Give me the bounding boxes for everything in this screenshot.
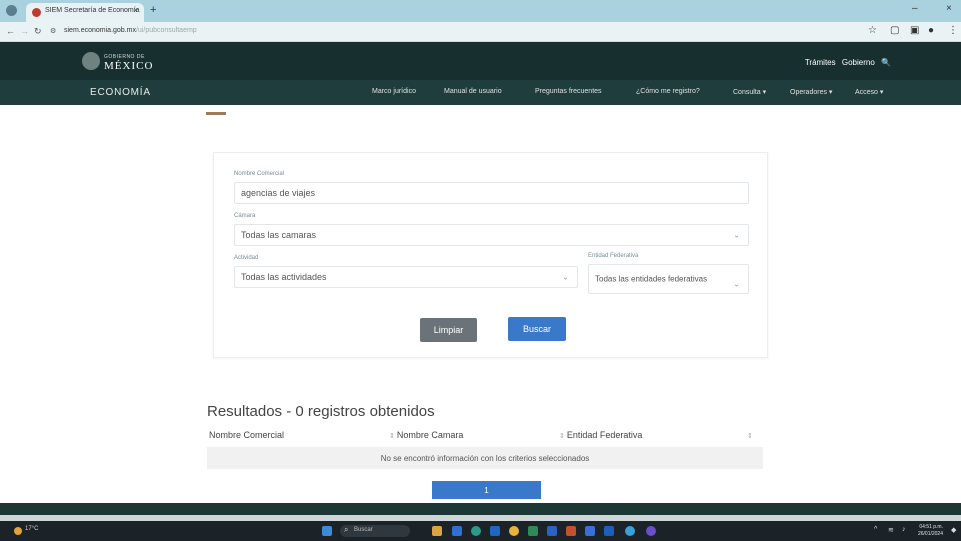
chrome-icon[interactable] bbox=[509, 526, 519, 536]
teams-icon[interactable] bbox=[604, 526, 614, 536]
back-icon[interactable]: ← bbox=[6, 26, 15, 36]
pagination-page-button[interactable]: 1 bbox=[432, 481, 541, 499]
link-tramites[interactable]: Trámites bbox=[805, 58, 836, 67]
entidad-federativa-label: Entidad Federativa bbox=[588, 253, 639, 259]
site-footer bbox=[0, 503, 961, 515]
bookmark-star-icon[interactable]: ☆ bbox=[868, 25, 877, 36]
browser-tab-bar: SIEM Secretaría de Economía × + – × bbox=[0, 0, 961, 22]
forward-icon[interactable]: → bbox=[20, 26, 29, 36]
tab-title: SIEM Secretaría de Economía bbox=[45, 7, 140, 14]
site-info-icon[interactable]: ⚙ bbox=[50, 27, 56, 35]
nav-acceso[interactable]: Acceso ▾ bbox=[855, 88, 883, 96]
camara-value: Todas las camaras bbox=[241, 230, 317, 240]
breadcrumb-marker bbox=[206, 112, 226, 115]
column-label: Entidad Federativa bbox=[566, 430, 643, 440]
camara-select[interactable]: Todas las camaras ⌄ bbox=[234, 224, 749, 246]
url-host: siem.economia.gob.mx bbox=[64, 27, 136, 34]
sort-icon: ⇕ bbox=[389, 433, 395, 440]
taskbar-search[interactable]: ⌕ Buscar bbox=[340, 525, 410, 537]
favicon-icon bbox=[32, 8, 41, 17]
taskbar-app-icon[interactable] bbox=[625, 526, 635, 536]
main-nav: ECONOMÍA Marco jurídico Manual de usuari… bbox=[0, 80, 961, 105]
clock-date: 26/01/2024 bbox=[917, 531, 943, 537]
nav-preguntas[interactable]: Preguntas frecuentes bbox=[535, 88, 602, 95]
gov-seal-icon bbox=[82, 52, 100, 70]
actividad-value: Todas las actividades bbox=[241, 272, 327, 282]
outlook-icon[interactable] bbox=[585, 526, 595, 536]
new-tab-icon[interactable]: + bbox=[150, 5, 156, 16]
chevron-down-icon: ⌄ bbox=[562, 272, 569, 282]
chevron-down-icon: ⌄ bbox=[733, 279, 740, 289]
extensions-icon[interactable]: ▢ bbox=[890, 25, 899, 36]
tray-chevron-icon[interactable]: ^ bbox=[874, 526, 877, 533]
gov-banner: GOBIERNO DE MÉXICO Trámites Gobierno 🔍 bbox=[0, 42, 961, 80]
entidad-federativa-value: Todas las entidades federativas bbox=[595, 274, 708, 284]
window-close-icon[interactable]: × bbox=[946, 3, 952, 14]
entidad-federativa-select[interactable]: Todas las entidades federativas ⌄ bbox=[588, 264, 749, 294]
brand-economia[interactable]: ECONOMÍA bbox=[90, 87, 151, 98]
nav-marco-juridico[interactable]: Marco jurídico bbox=[372, 88, 416, 95]
link-gobierno[interactable]: Gobierno bbox=[842, 58, 875, 67]
gov-top-links: Trámites Gobierno 🔍 bbox=[801, 58, 891, 67]
sidepanel-icon[interactable]: ▣ bbox=[910, 25, 919, 36]
url-field[interactable]: siem.economia.gob.mx/ui/pubconsultaemp bbox=[64, 27, 197, 34]
search-icon[interactable]: 🔍 bbox=[881, 58, 891, 67]
empty-message: No se encontró información con los crite… bbox=[380, 453, 590, 463]
column-header-nombre-camara[interactable]: ⇕ Nombre Camara bbox=[389, 430, 463, 440]
taskbar-app-icon[interactable] bbox=[490, 526, 500, 536]
os-taskbar: 17°C ⌕ Buscar ^ ≋ ♪ 04:51 p.m. 26/01/202… bbox=[0, 521, 961, 541]
site-header: GOBIERNO DE MÉXICO Trámites Gobierno 🔍 E… bbox=[0, 42, 961, 105]
column-header-entidad-federativa[interactable]: ⇕ Entidad Federativa bbox=[559, 430, 642, 440]
sort-icon: ⇕ bbox=[559, 433, 565, 440]
window-minimize-icon[interactable]: – bbox=[912, 3, 918, 14]
nav-consulta[interactable]: Consulta ▾ bbox=[733, 88, 766, 96]
start-menu-icon[interactable] bbox=[322, 526, 332, 536]
column-label: Nombre Camara bbox=[396, 430, 464, 440]
address-bar: ← → ↻ ⚙ siem.economia.gob.mx/ui/pubconsu… bbox=[0, 22, 961, 42]
actividad-label: Actividad bbox=[234, 255, 259, 261]
weather-text[interactable]: 17°C bbox=[25, 526, 38, 532]
browser-menu-icon[interactable] bbox=[6, 5, 17, 16]
camara-label: Cámara bbox=[234, 213, 256, 219]
nav-como-registro[interactable]: ¿Cómo me registro? bbox=[636, 88, 700, 95]
excel-icon[interactable] bbox=[528, 526, 538, 536]
nombre-comercial-label: Nombre Comercial bbox=[234, 171, 285, 177]
search-icon: ⌕ bbox=[344, 525, 349, 534]
weather-icon[interactable] bbox=[14, 527, 22, 535]
column-header-nombre-comercial[interactable]: Nombre Comercial bbox=[209, 430, 284, 440]
clock-time: 04:51 p.m. bbox=[919, 524, 943, 530]
nombre-comercial-value: agencias de viajes bbox=[241, 188, 316, 198]
buscar-button[interactable]: Buscar bbox=[508, 317, 566, 341]
logo-title[interactable]: MÉXICO bbox=[104, 60, 153, 72]
nombre-comercial-input[interactable]: agencias de viajes bbox=[234, 182, 749, 204]
taskbar-search-placeholder: Buscar bbox=[354, 527, 373, 533]
file-explorer-icon[interactable] bbox=[432, 526, 442, 536]
tab-close-icon[interactable]: × bbox=[133, 6, 138, 15]
nav-operadores[interactable]: Operadores ▾ bbox=[790, 88, 832, 96]
table-empty-row: No se encontró información con los crite… bbox=[207, 447, 763, 469]
column-label: Nombre Comercial bbox=[209, 430, 285, 440]
column-sort-end[interactable]: ⇕ bbox=[747, 430, 755, 440]
url-path: /ui/pubconsultaemp bbox=[135, 27, 197, 34]
reload-icon[interactable]: ↻ bbox=[34, 26, 42, 37]
results-title: Resultados - 0 registros obtenidos bbox=[207, 403, 435, 420]
sort-icon: ⇕ bbox=[747, 433, 753, 440]
word-icon[interactable] bbox=[547, 526, 557, 536]
profile-icon[interactable]: ● bbox=[928, 25, 934, 36]
actividad-select[interactable]: Todas las actividades ⌄ bbox=[234, 266, 578, 288]
limpiar-button[interactable]: Limpiar bbox=[420, 318, 477, 342]
nav-manual-usuario[interactable]: Manual de usuario bbox=[444, 88, 502, 95]
taskbar-app-icon[interactable] bbox=[452, 526, 462, 536]
browser-tab-active[interactable]: SIEM Secretaría de Economía × bbox=[26, 3, 144, 22]
chevron-down-icon: ⌄ bbox=[733, 230, 740, 240]
taskbar-clock[interactable]: 04:51 p.m. 26/01/2024 bbox=[918, 524, 943, 538]
volume-icon[interactable]: ♪ bbox=[902, 526, 906, 533]
notification-icon[interactable]: ◆ bbox=[951, 526, 956, 534]
browser-more-icon[interactable]: ⋮ bbox=[948, 25, 958, 36]
powerpoint-icon[interactable] bbox=[566, 526, 576, 536]
edge-icon[interactable] bbox=[471, 526, 481, 536]
taskbar-app-icon[interactable] bbox=[646, 526, 656, 536]
wifi-icon[interactable]: ≋ bbox=[888, 526, 894, 534]
